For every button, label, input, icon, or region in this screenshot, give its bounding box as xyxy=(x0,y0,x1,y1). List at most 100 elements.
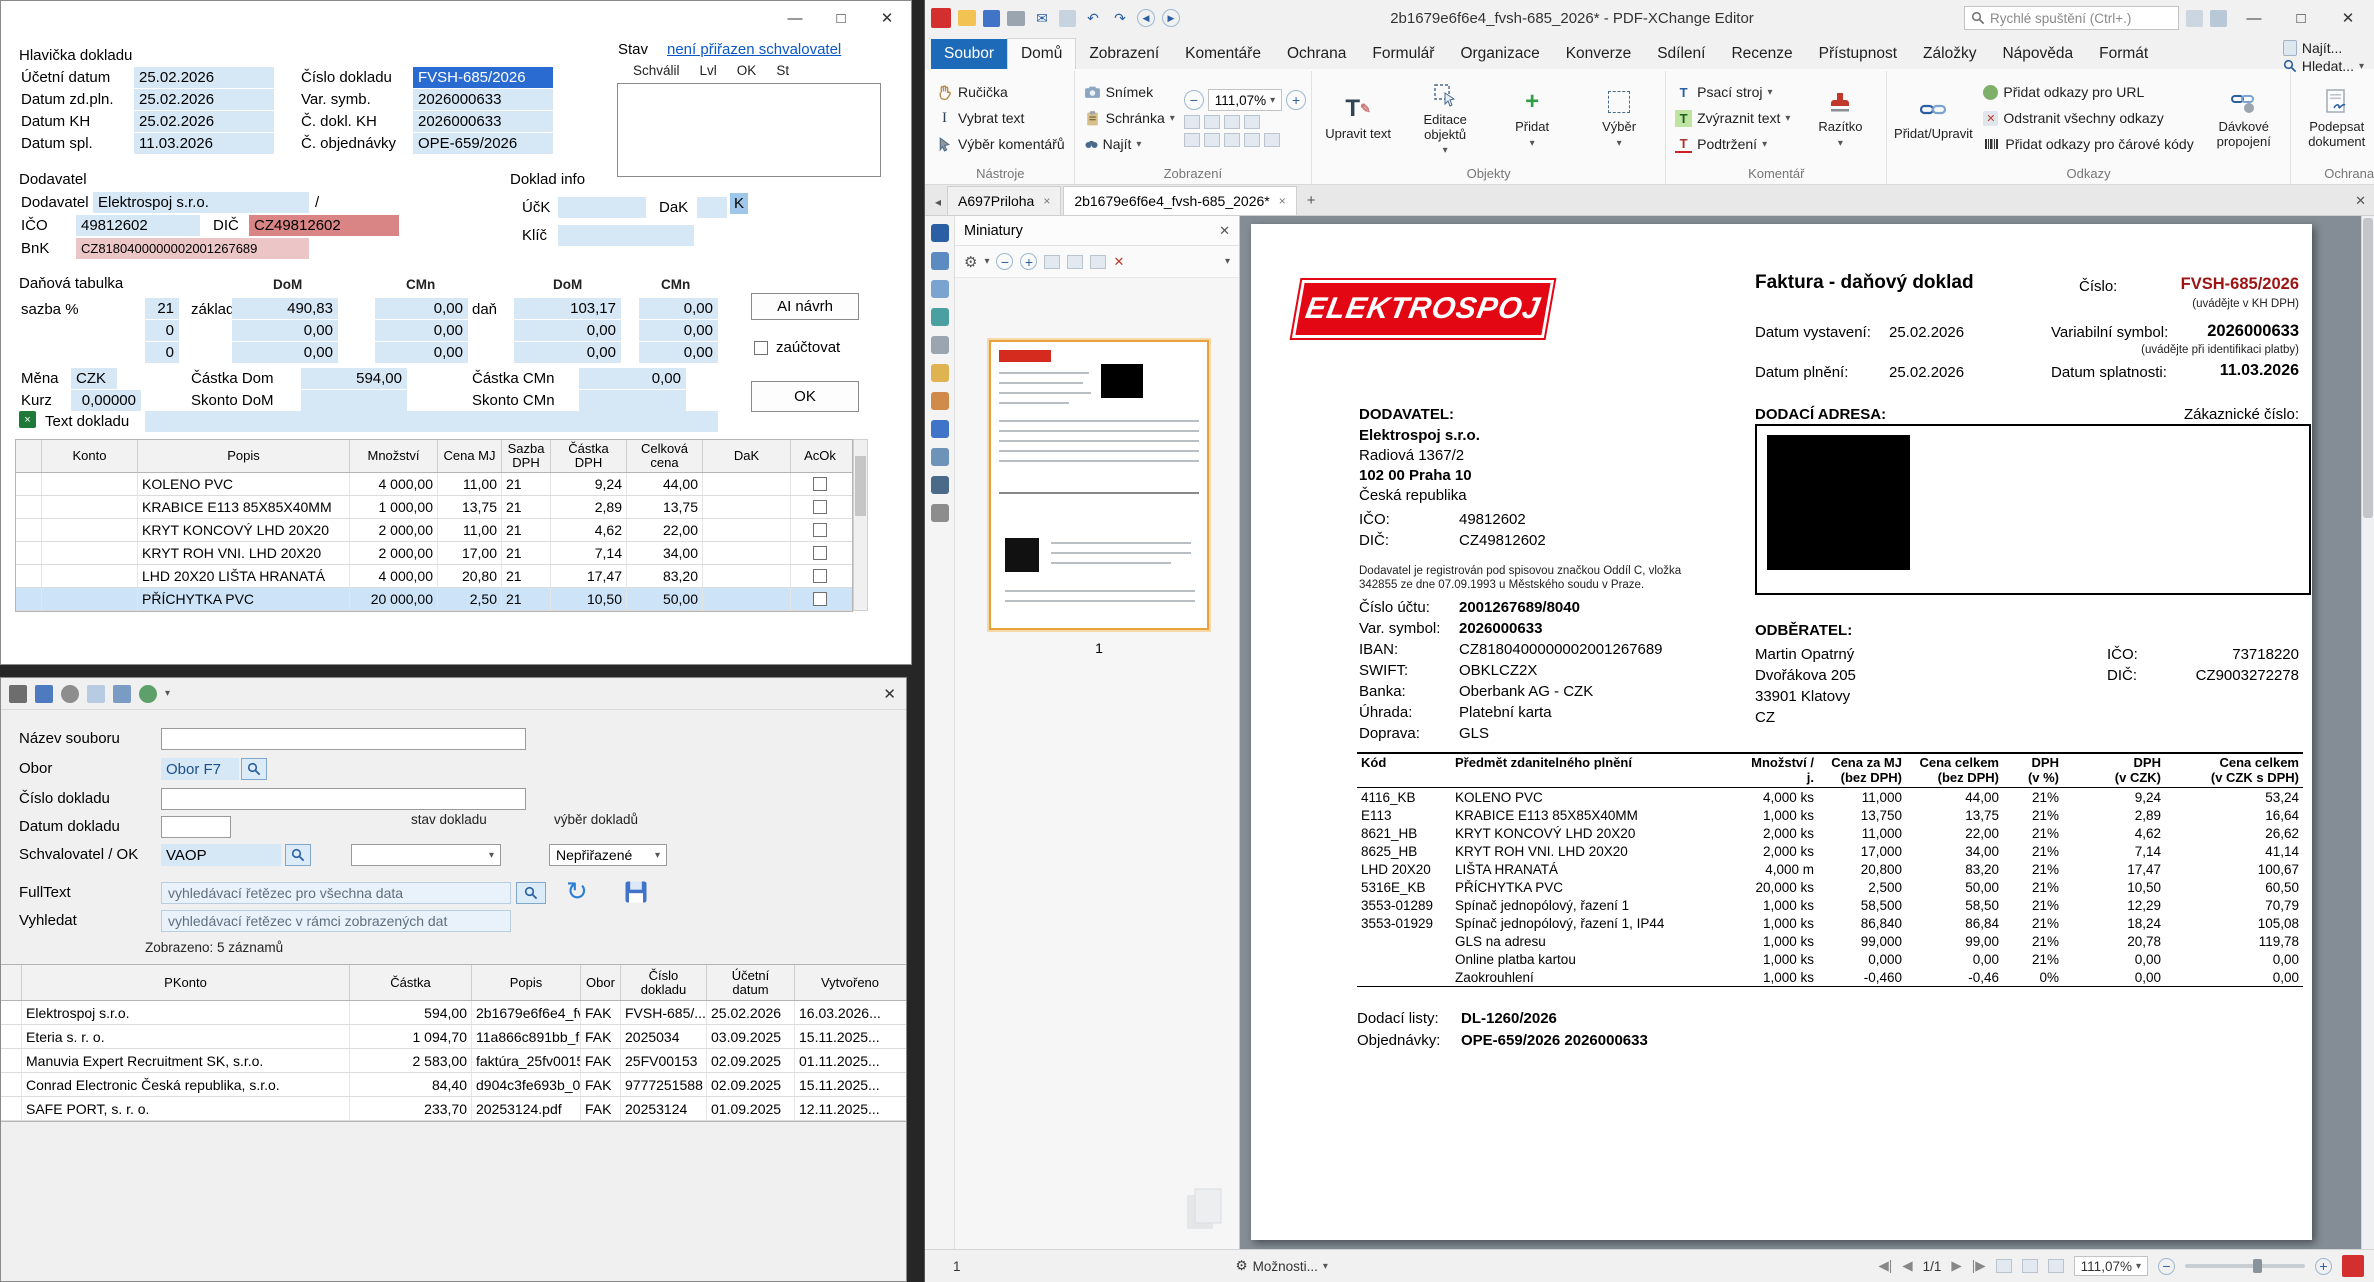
zaklad-dom-value[interactable]: 0,00 xyxy=(232,320,338,341)
result-row[interactable]: Eteria s. r. o. 1 094,70 11a866c891bb_fa… xyxy=(1,1025,906,1049)
highlight-text-button[interactable]: T Zvýraznit text ▾ xyxy=(1671,106,1794,131)
status-zoom-field[interactable]: 111,07% ▾ xyxy=(2074,1256,2148,1276)
insert-page-icon[interactable] xyxy=(1044,255,1060,269)
panel-gear-icon[interactable]: ⚙ xyxy=(964,253,977,271)
maximize-icon[interactable]: □ xyxy=(818,2,864,34)
print-icon[interactable] xyxy=(1007,11,1025,26)
close-icon[interactable]: ✕ xyxy=(864,2,910,34)
zoom-out-icon[interactable]: − xyxy=(1184,90,1204,110)
link-panel-icon[interactable] xyxy=(931,448,949,466)
comments-icon[interactable] xyxy=(931,308,949,326)
k-flag-field[interactable]: K xyxy=(730,193,748,214)
select-text-button[interactable]: I Vybrat text xyxy=(932,106,1069,131)
full-screen-icon[interactable] xyxy=(1264,133,1280,147)
result-row[interactable]: Manuvia Expert Recruitment SK, s.r.o. 2 … xyxy=(1,1049,906,1073)
typewriter-button[interactable]: T Psací stroj ▾ xyxy=(1671,80,1794,105)
remove-links-button[interactable]: ✕ Odstranit všechny odkazy xyxy=(1979,106,2197,131)
forward-icon[interactable]: ▶ xyxy=(1162,9,1180,27)
vyhledat-input[interactable] xyxy=(161,910,511,932)
sazba-value[interactable]: 0 xyxy=(145,342,179,363)
result-row[interactable]: SAFE PORT, s. r. o. 233,70 20253124.pdf … xyxy=(1,1097,906,1121)
find-button[interactable]: Najít ▾ xyxy=(1080,132,1179,157)
zauctovat-checkbox[interactable] xyxy=(754,341,768,355)
close-tab-icon[interactable]: × xyxy=(1279,194,1286,208)
row-selector[interactable] xyxy=(16,519,42,541)
snapshot-panel-icon[interactable] xyxy=(931,476,949,494)
menu-tab[interactable]: Formát xyxy=(2086,39,2161,69)
fit-page-icon[interactable] xyxy=(1184,115,1200,129)
ai-navrh-button[interactable]: AI návrh xyxy=(751,293,859,320)
menu-tab[interactable]: Konverze xyxy=(1553,39,1644,69)
select-comments-button[interactable]: Výběr komentářů xyxy=(932,132,1069,157)
stamp-button[interactable]: Razítko ▾ xyxy=(1799,72,1881,164)
item-row[interactable]: LHD 20X20 LIŠTA HRANATÁ 4 000,00 20,80 2… xyxy=(16,565,852,588)
globe-icon[interactable] xyxy=(139,685,157,703)
excel-icon[interactable]: × xyxy=(19,411,36,428)
first-page-icon[interactable]: ◀| xyxy=(1878,1258,1892,1274)
dan-dom-value[interactable]: 0,00 xyxy=(514,320,621,341)
text-dokladu-field[interactable] xyxy=(145,411,718,432)
obor-field[interactable]: Obor F7 xyxy=(161,758,239,780)
menu-tab[interactable]: Formulář xyxy=(1359,39,1447,69)
two-pages-icon[interactable] xyxy=(1224,133,1240,147)
menu-tab[interactable]: Nápověda xyxy=(1989,39,2086,69)
redo-icon[interactable]: ↷ xyxy=(1110,8,1130,28)
users-icon[interactable] xyxy=(113,685,131,703)
maximize-icon[interactable]: □ xyxy=(2281,5,2321,31)
pin-icon[interactable] xyxy=(931,420,949,438)
layout-grid-icon[interactable] xyxy=(2186,10,2203,27)
zoom-in-icon[interactable]: + xyxy=(1286,90,1306,110)
schvalovatel-search-button[interactable] xyxy=(285,844,311,866)
approver-listbox[interactable] xyxy=(617,83,881,177)
castka-cmn-field[interactable]: 0,00 xyxy=(579,368,686,389)
menu-tab[interactable]: Domů xyxy=(1007,38,1076,69)
menu-tab[interactable]: Sdílení xyxy=(1644,39,1718,69)
zaklad-cmn-value[interactable]: 0,00 xyxy=(375,298,468,319)
mail-icon[interactable]: ✉ xyxy=(1032,8,1052,28)
item-row[interactable]: KRYT ROH VNI. LHD 20X20 2 000,00 17,00 2… xyxy=(16,542,852,565)
doc-tab-a697priloha[interactable]: A697Priloha × xyxy=(947,186,1061,215)
c-dokl-kh-field[interactable]: 2026000633 xyxy=(413,111,553,132)
datum-kh-field[interactable]: 25.02.2026 xyxy=(134,111,274,132)
tools-panel-icon[interactable] xyxy=(931,504,949,522)
two-pages-continuous-icon[interactable] xyxy=(1244,133,1260,147)
skonto-dom-field[interactable] xyxy=(301,390,407,411)
pen-icon[interactable] xyxy=(931,392,949,410)
home-icon[interactable] xyxy=(35,685,53,703)
edit-objects-button[interactable]: Editace objektů ▾ xyxy=(1404,72,1486,164)
dan-dom-value[interactable]: 0,00 xyxy=(514,342,621,363)
sazba-value[interactable]: 21 xyxy=(145,298,179,319)
cislo-dokladu-field[interactable] xyxy=(161,788,526,810)
menu-tab[interactable]: Soubor xyxy=(931,39,1007,69)
datum-spl-field[interactable]: 11.03.2026 xyxy=(134,133,274,154)
nazev-souboru-field[interactable] xyxy=(161,728,526,750)
item-row[interactable]: KOLENO PVC 4 000,00 11,00 21 9,24 44,00 xyxy=(16,473,852,496)
quick-launch-input[interactable] xyxy=(1990,11,2172,26)
add-url-links-button[interactable]: Přidat odkazy pro URL xyxy=(1979,80,2197,105)
next-page-icon[interactable]: ▶ xyxy=(1951,1258,1961,1274)
uck-field[interactable] xyxy=(558,197,646,218)
rotate-page-icon[interactable] xyxy=(1090,255,1106,269)
dan-cmn-value[interactable]: 0,00 xyxy=(639,298,718,319)
edit-text-button[interactable]: T✎ Upravit text xyxy=(1317,72,1399,164)
back-icon[interactable]: ◀ xyxy=(1137,9,1155,27)
continuous-icon[interactable] xyxy=(1204,133,1220,147)
chevron-down-icon[interactable]: ▾ xyxy=(984,256,989,267)
minimize-icon[interactable]: — xyxy=(2234,5,2274,31)
fulltext-input[interactable] xyxy=(161,882,511,904)
row-marker-icon[interactable] xyxy=(1,1049,22,1072)
doc-tab-active[interactable]: 2b1679e6f6e4_fvsh-685_2026* × xyxy=(1063,186,1296,215)
single-page-icon[interactable] xyxy=(1184,133,1200,147)
undo-icon[interactable]: ↶ xyxy=(1083,8,1103,28)
prev-page-icon[interactable]: ◀ xyxy=(1902,1258,1912,1274)
destinations-icon[interactable] xyxy=(931,280,949,298)
row-marker-icon[interactable] xyxy=(1,1097,22,1120)
acok-checkbox[interactable] xyxy=(813,523,827,537)
datum-dokladu-field[interactable] xyxy=(161,816,231,838)
row-marker-icon[interactable] xyxy=(1,1001,22,1024)
close-icon[interactable]: ✕ xyxy=(2328,5,2368,31)
sazba-value[interactable]: 0 xyxy=(145,320,179,341)
refresh-icon[interactable]: ↻ xyxy=(566,876,588,907)
page-indicator[interactable]: 1/1 xyxy=(1923,1259,1942,1274)
skonto-cmn-field[interactable] xyxy=(579,390,686,411)
